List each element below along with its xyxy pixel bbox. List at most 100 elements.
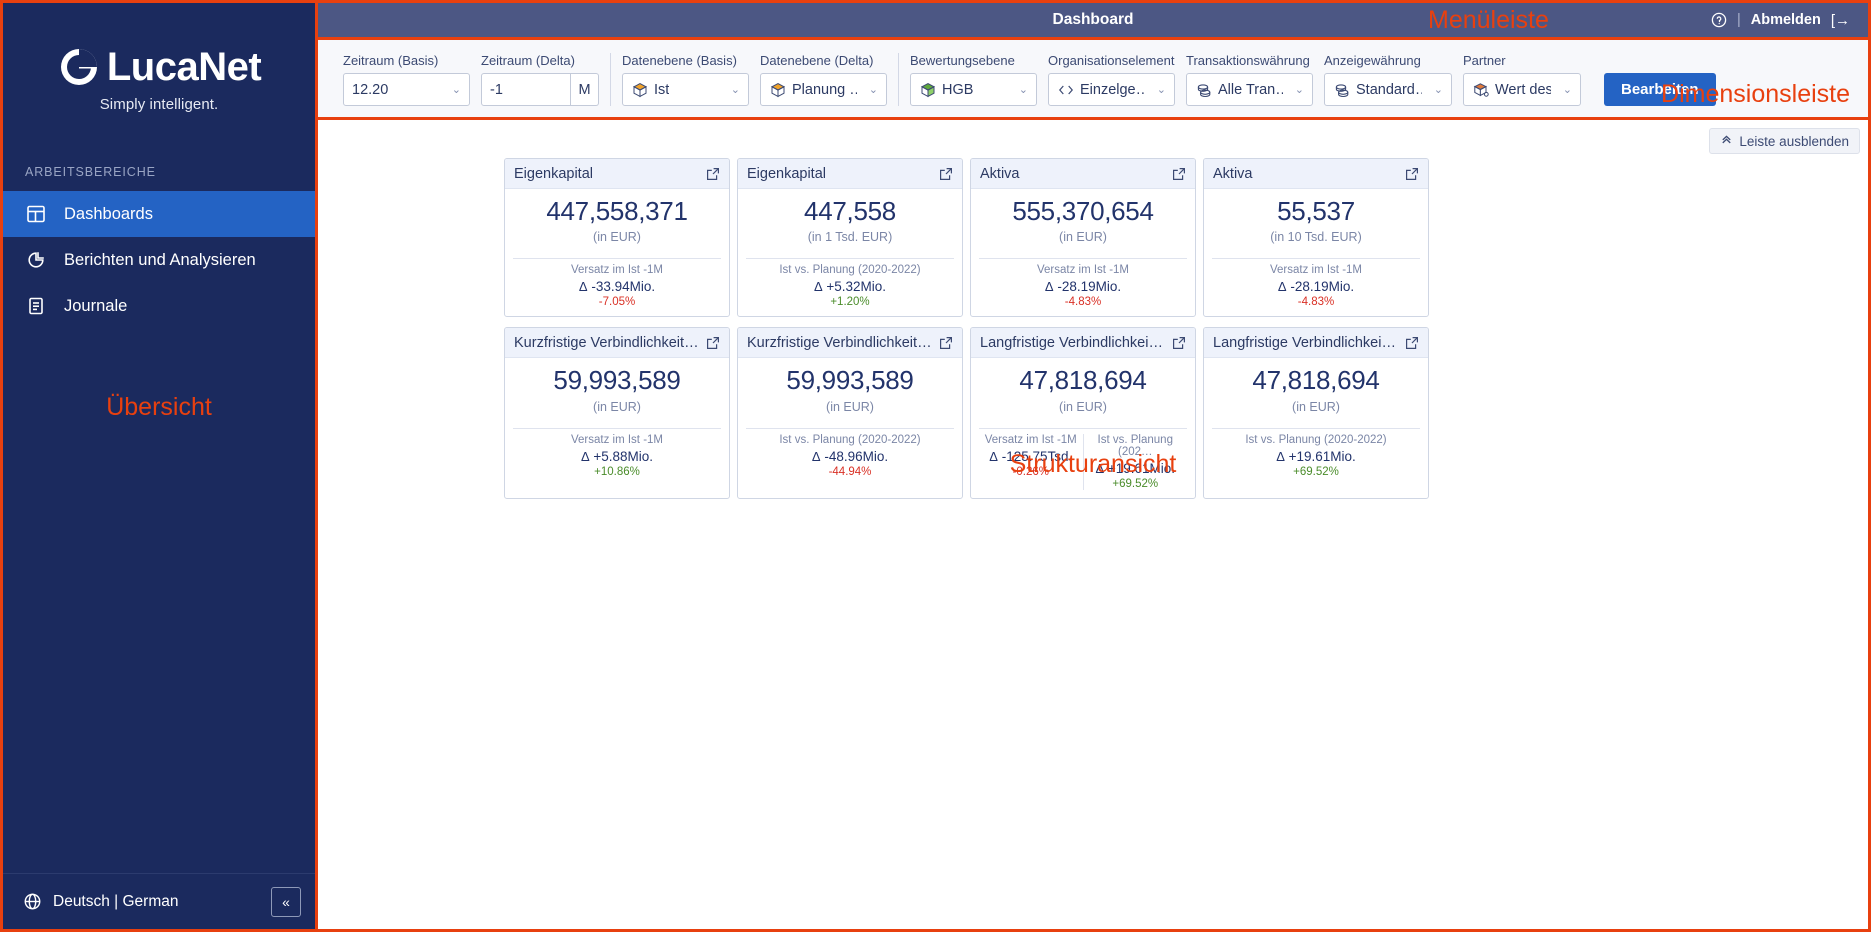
delta-triangle-icon: Δ [578,279,588,295]
hide-bar-button[interactable]: Leiste ausblenden [1709,128,1860,154]
cube-green-icon [919,81,936,98]
card-unit: (in EUR) [826,399,874,414]
card-header: Eigenkapital [505,159,729,189]
dimension-label: Organisationselement [1048,53,1175,68]
dashboard-icon [25,203,47,225]
open-external-icon[interactable] [1405,336,1419,350]
card-unit: (in EUR) [1292,399,1340,414]
kpi-card[interactable]: Aktiva 555,370,654 (in EUR) Versatz im I… [970,158,1196,318]
card-header: Aktiva [971,159,1195,189]
transaktionswaehrung-select[interactable]: Alle Tran… ⌄ [1186,73,1313,106]
chevron-down-icon: ⌄ [868,84,878,96]
open-external-icon[interactable] [1172,336,1186,350]
logout-button[interactable]: Abmelden [1751,12,1821,28]
card-footer: Ist vs. Planung (2020-2022) Δ +5.32Mio. … [746,258,954,316]
bewertungsebene-select[interactable]: HGB ⌄ [910,73,1037,106]
sidebar: LucaNet Simply intelligent. ARBEITSBEREI… [0,0,318,932]
zeitraum-delta-input[interactable]: -1 [481,73,571,106]
dimension-value: Planung … [792,81,857,98]
dimension-field-transaktionswaehrung: Transaktionswährung Alle Tran… ⌄ [1186,53,1313,106]
logo: LucaNet Simply intelligent. [3,3,315,113]
dimension-value: Standard… [1356,81,1422,98]
chevron-down-icon: ⌄ [1294,84,1304,96]
dimension-label: Datenebene (Delta) [760,53,874,68]
dimension-field-zeitraum-basis: Zeitraum (Basis) 12.20 ⌄ [343,53,470,106]
app-root: LucaNet Simply intelligent. ARBEITSBEREI… [0,0,1871,932]
card-value: 47,818,694 [1019,365,1147,396]
dimension-value: -1 [490,81,503,98]
chevron-down-icon: ⌄ [451,84,461,96]
lucanet-logo-icon [57,45,101,89]
delta-triangle-icon: Δ [1044,279,1054,295]
footer-delta-value: +5.32Mio. [826,279,887,295]
page-title: Dashboard [1052,11,1134,28]
dimension-group-weitere: Bewertungsebene HGB ⌄ Organisationseleme… [898,53,1727,106]
menubar-actions: | Abmelden [→ [1711,12,1868,29]
card-footer: Versatz im Ist -1M Δ -33.94Mio. -7.05% [513,258,721,316]
open-external-icon[interactable] [939,336,953,350]
pie-chart-icon [25,249,47,271]
dimension-bar: Zeitraum (Basis) 12.20 ⌄ Zeitraum (Delta… [318,40,1868,120]
footer-percent: +69.52% [1112,477,1159,490]
card-body: 55,537 (in 10 Tsd. EUR) [1204,189,1428,250]
chevron-up-double-icon [1720,133,1733,149]
card-unit: (in 1 Tsd. EUR) [807,230,893,245]
card-title: Eigenkapital [514,165,593,182]
globe-icon [21,891,43,913]
sidebar-item-label: Berichten und Analysieren [64,250,256,269]
card-body: 447,558,371 (in EUR) [505,189,729,250]
zeitraum-delta-unit-button[interactable]: M [571,73,599,106]
card-value: 47,818,694 [1252,365,1380,396]
card-value: 59,993,589 [553,365,681,396]
sidebar-item-label: Journale [64,296,128,315]
footer-percent: +1.20% [830,296,870,309]
card-header: Aktiva [1204,159,1428,189]
dimensionbar-annotation: Dimensionsleiste [1661,80,1850,108]
card-title: Eigenkapital [747,165,826,182]
card-value: 59,993,589 [786,365,914,396]
collapse-sidebar-button[interactable]: « [271,886,301,917]
card-value: 555,370,654 [1012,196,1154,226]
dimension-value: Einzelge… [1080,81,1145,98]
card-unit: (in EUR) [593,399,641,414]
datenebene-basis-select[interactable]: Ist ⌄ [622,73,749,106]
open-external-icon[interactable] [939,167,953,181]
dimension-group-zeitraum: Zeitraum (Basis) 12.20 ⌄ Zeitraum (Delta… [332,53,610,106]
menubar-separator: | [1736,12,1741,28]
kpi-card[interactable]: Eigenkapital 447,558 (in 1 Tsd. EUR) Ist… [737,158,963,318]
zeitraum-basis-select[interactable]: 12.20 ⌄ [343,73,470,106]
sidebar-footer: Deutsch | German « [3,873,315,929]
open-external-icon[interactable] [706,167,720,181]
kpi-card-grid: Eigenkapital 447,558,371 (in EUR) Versat… [504,158,1429,499]
footer-label: Versatz im Ist -1M [1269,264,1363,277]
kpi-card[interactable]: Aktiva 55,537 (in 10 Tsd. EUR) Versatz i… [1203,158,1429,318]
organisationselement-select[interactable]: Einzelge… ⌄ [1048,73,1175,106]
card-title: Aktiva [980,165,1020,182]
footer-label: Ist vs. Planung (2020-2022) [779,264,921,277]
partner-select[interactable]: Wert des… ⌄ [1463,73,1581,106]
footer-delta: Δ -28.19Mio. [1212,279,1420,294]
dimension-label: Transaktionswährung [1186,53,1310,68]
coins-icon [1195,81,1212,98]
open-external-icon[interactable] [706,336,720,350]
dimension-value: 12.20 [352,81,389,98]
card-body: 555,370,654 (in EUR) [971,189,1195,250]
dimension-value: Wert des… [1495,81,1551,98]
language-label: Deutsch | German [53,892,179,910]
delta-triangle-icon: Δ [813,279,823,295]
card-title: Langfristige Verbindlichkeiten [1213,334,1399,351]
open-external-icon[interactable] [1172,167,1186,181]
dimension-field-anzeigewaehrung: Anzeigewährung Standard… ⌄ [1324,53,1452,106]
anzeigewaehrung-select[interactable]: Standard… ⌄ [1324,73,1452,106]
dimension-group-datenebene: Datenebene (Basis) Ist ⌄ Datenebene (Del… [610,53,898,106]
sidebar-item-berichten-und-analysieren[interactable]: Berichten und Analysieren [3,237,315,283]
kpi-card[interactable]: Eigenkapital 447,558,371 (in EUR) Versat… [504,158,730,318]
sidebar-item-journale[interactable]: Journale [3,283,315,329]
sidebar-section-label: ARBEITSBEREICHE [25,165,156,179]
logout-icon[interactable]: [→ [1831,12,1850,29]
datenebene-delta-select[interactable]: Planung … ⌄ [760,73,887,106]
footer-percent: -7.05% [598,296,636,309]
sidebar-item-dashboards[interactable]: Dashboards [3,191,315,237]
help-circle-icon[interactable] [1711,12,1727,28]
open-external-icon[interactable] [1405,167,1419,181]
